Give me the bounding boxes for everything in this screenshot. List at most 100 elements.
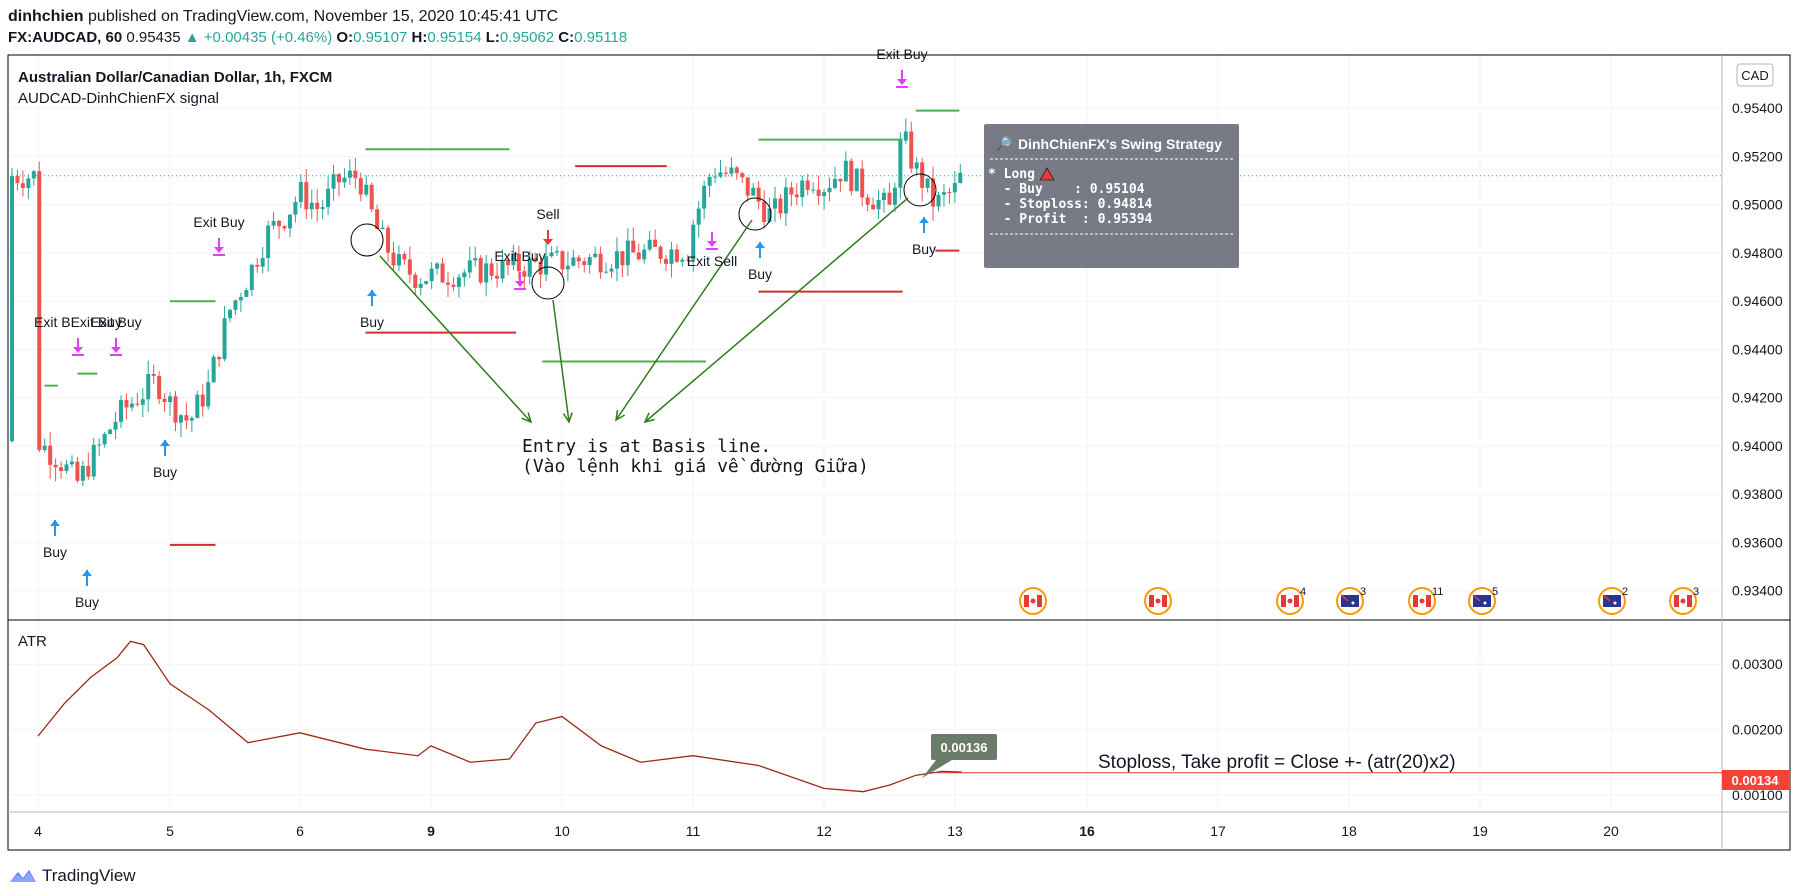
candle-body bbox=[244, 290, 249, 297]
event-badge-count: 4 bbox=[1300, 586, 1306, 598]
candle-body bbox=[124, 399, 129, 408]
candle-body bbox=[217, 356, 222, 360]
canada-flag-icon bbox=[1030, 598, 1036, 604]
price-axis[interactable]: 0.95400 0.95200 0.95000 0.94800 0.94600 0.944… bbox=[1732, 100, 1783, 598]
candle-body bbox=[914, 162, 919, 169]
chart-canvas[interactable]: Exit BExit BuyExit BuyBuyBuyBuyExit BuyB… bbox=[0, 0, 1805, 896]
signal-label: Exit Sell bbox=[687, 253, 738, 269]
candle-body bbox=[10, 176, 14, 442]
candle-body bbox=[882, 192, 886, 200]
candle-body bbox=[909, 131, 914, 169]
price-tick-label: 0.94200 bbox=[1732, 390, 1783, 406]
candle-body bbox=[871, 204, 876, 210]
candle-body bbox=[173, 396, 178, 423]
candle-body bbox=[865, 197, 870, 205]
time-tick-label: 12 bbox=[816, 823, 832, 839]
candle-body bbox=[200, 394, 205, 407]
signal-arrow-head bbox=[50, 520, 60, 526]
event-badge[interactable]: 5 bbox=[1468, 586, 1498, 615]
candle-body bbox=[48, 445, 53, 465]
event-badge[interactable] bbox=[1019, 587, 1047, 615]
candle-body bbox=[822, 192, 827, 196]
event-badge[interactable]: 3 bbox=[1336, 586, 1366, 615]
time-tick-label: 10 bbox=[554, 823, 570, 839]
canada-flag-icon bbox=[1149, 595, 1154, 607]
event-badge[interactable]: 3 bbox=[1669, 586, 1699, 615]
candle-body bbox=[636, 252, 641, 260]
candle-body bbox=[456, 277, 461, 287]
candle-body bbox=[658, 246, 663, 259]
time-tick-label: 6 bbox=[296, 823, 304, 839]
candle-body bbox=[811, 189, 816, 191]
event-badges[interactable]: 4 3 11 5 2 3 bbox=[1019, 586, 1699, 615]
candle-body bbox=[119, 399, 123, 422]
canada-flag-icon bbox=[1687, 595, 1692, 607]
candle-body bbox=[271, 220, 276, 226]
tradingview-brand[interactable]: TradingView bbox=[42, 866, 136, 886]
candle-body bbox=[860, 168, 865, 198]
candle-body bbox=[680, 259, 685, 262]
event-badge-count: 2 bbox=[1622, 586, 1628, 598]
canada-flag-icon bbox=[1294, 595, 1299, 607]
price-tick-label: 0.94000 bbox=[1732, 438, 1783, 454]
candle-body bbox=[614, 251, 619, 269]
event-badge[interactable]: 4 bbox=[1276, 586, 1306, 615]
candle-body bbox=[108, 429, 113, 434]
signal-arrow-head bbox=[160, 440, 170, 446]
event-badge[interactable]: 11 bbox=[1408, 586, 1443, 615]
annotation-arrow-line bbox=[644, 197, 909, 423]
candle-body bbox=[113, 421, 118, 430]
candle-body bbox=[582, 261, 587, 266]
candle-body bbox=[467, 260, 472, 273]
candle-body bbox=[887, 192, 892, 205]
price-tick-label: 0.93600 bbox=[1732, 534, 1783, 550]
candle-body bbox=[364, 184, 369, 195]
event-badge[interactable]: 2 bbox=[1598, 586, 1628, 615]
candle-body bbox=[184, 415, 189, 421]
canada-flag-icon bbox=[1037, 595, 1042, 607]
candle-body bbox=[625, 240, 630, 266]
signal-markers: Exit BExit BuyExit BuyBuyBuyBuyExit BuyB… bbox=[34, 46, 936, 610]
time-axis[interactable]: 4 5 6 9 10 11 12 13 16 17 18 19 20 bbox=[34, 823, 1619, 839]
candle-body bbox=[571, 257, 576, 266]
candle-body bbox=[42, 445, 47, 450]
candle-body bbox=[369, 184, 374, 210]
strategy-line-profit: - Profit : 0.95394 bbox=[988, 212, 1153, 227]
candle-body bbox=[222, 318, 227, 360]
signal-arrow-head bbox=[367, 290, 377, 296]
signal-arrow-head bbox=[919, 217, 929, 223]
price-tick-label: 0.93800 bbox=[1732, 486, 1783, 502]
annotation-arrow-line bbox=[615, 219, 753, 421]
candle-body bbox=[15, 176, 20, 184]
candle-body bbox=[555, 251, 559, 253]
signal-arrow-head bbox=[755, 242, 765, 248]
grid-lines bbox=[8, 55, 1722, 812]
candle-body bbox=[206, 382, 211, 407]
price-tick-label: 0.95400 bbox=[1732, 100, 1783, 116]
footer[interactable]: TradingView bbox=[8, 866, 136, 886]
australia-flag-icon bbox=[1613, 601, 1617, 605]
candle-body bbox=[745, 177, 750, 196]
candle-body bbox=[146, 374, 151, 400]
candle-body bbox=[734, 167, 739, 174]
candle-body bbox=[249, 264, 254, 291]
event-badge-count: 3 bbox=[1693, 586, 1699, 598]
time-tick-label: 17 bbox=[1210, 823, 1226, 839]
price-tick-label: 0.94400 bbox=[1732, 341, 1783, 357]
candle-body bbox=[794, 194, 799, 198]
candle-body bbox=[560, 251, 565, 270]
candle-body bbox=[211, 356, 216, 383]
currency-button-label[interactable]: CAD bbox=[1741, 68, 1768, 83]
canada-flag-icon bbox=[1155, 598, 1161, 604]
candle-body bbox=[59, 467, 64, 472]
candle-body bbox=[380, 227, 385, 230]
candle-body bbox=[920, 162, 925, 188]
event-badge[interactable] bbox=[1144, 587, 1172, 615]
candle-body bbox=[260, 258, 265, 267]
candlestick-series bbox=[10, 118, 963, 486]
candle-body bbox=[642, 249, 647, 260]
candle-body bbox=[69, 461, 74, 465]
atr-current-value: 0.00134 bbox=[1732, 773, 1780, 788]
time-tick-label: 9 bbox=[427, 823, 435, 839]
candle-body bbox=[75, 461, 80, 481]
